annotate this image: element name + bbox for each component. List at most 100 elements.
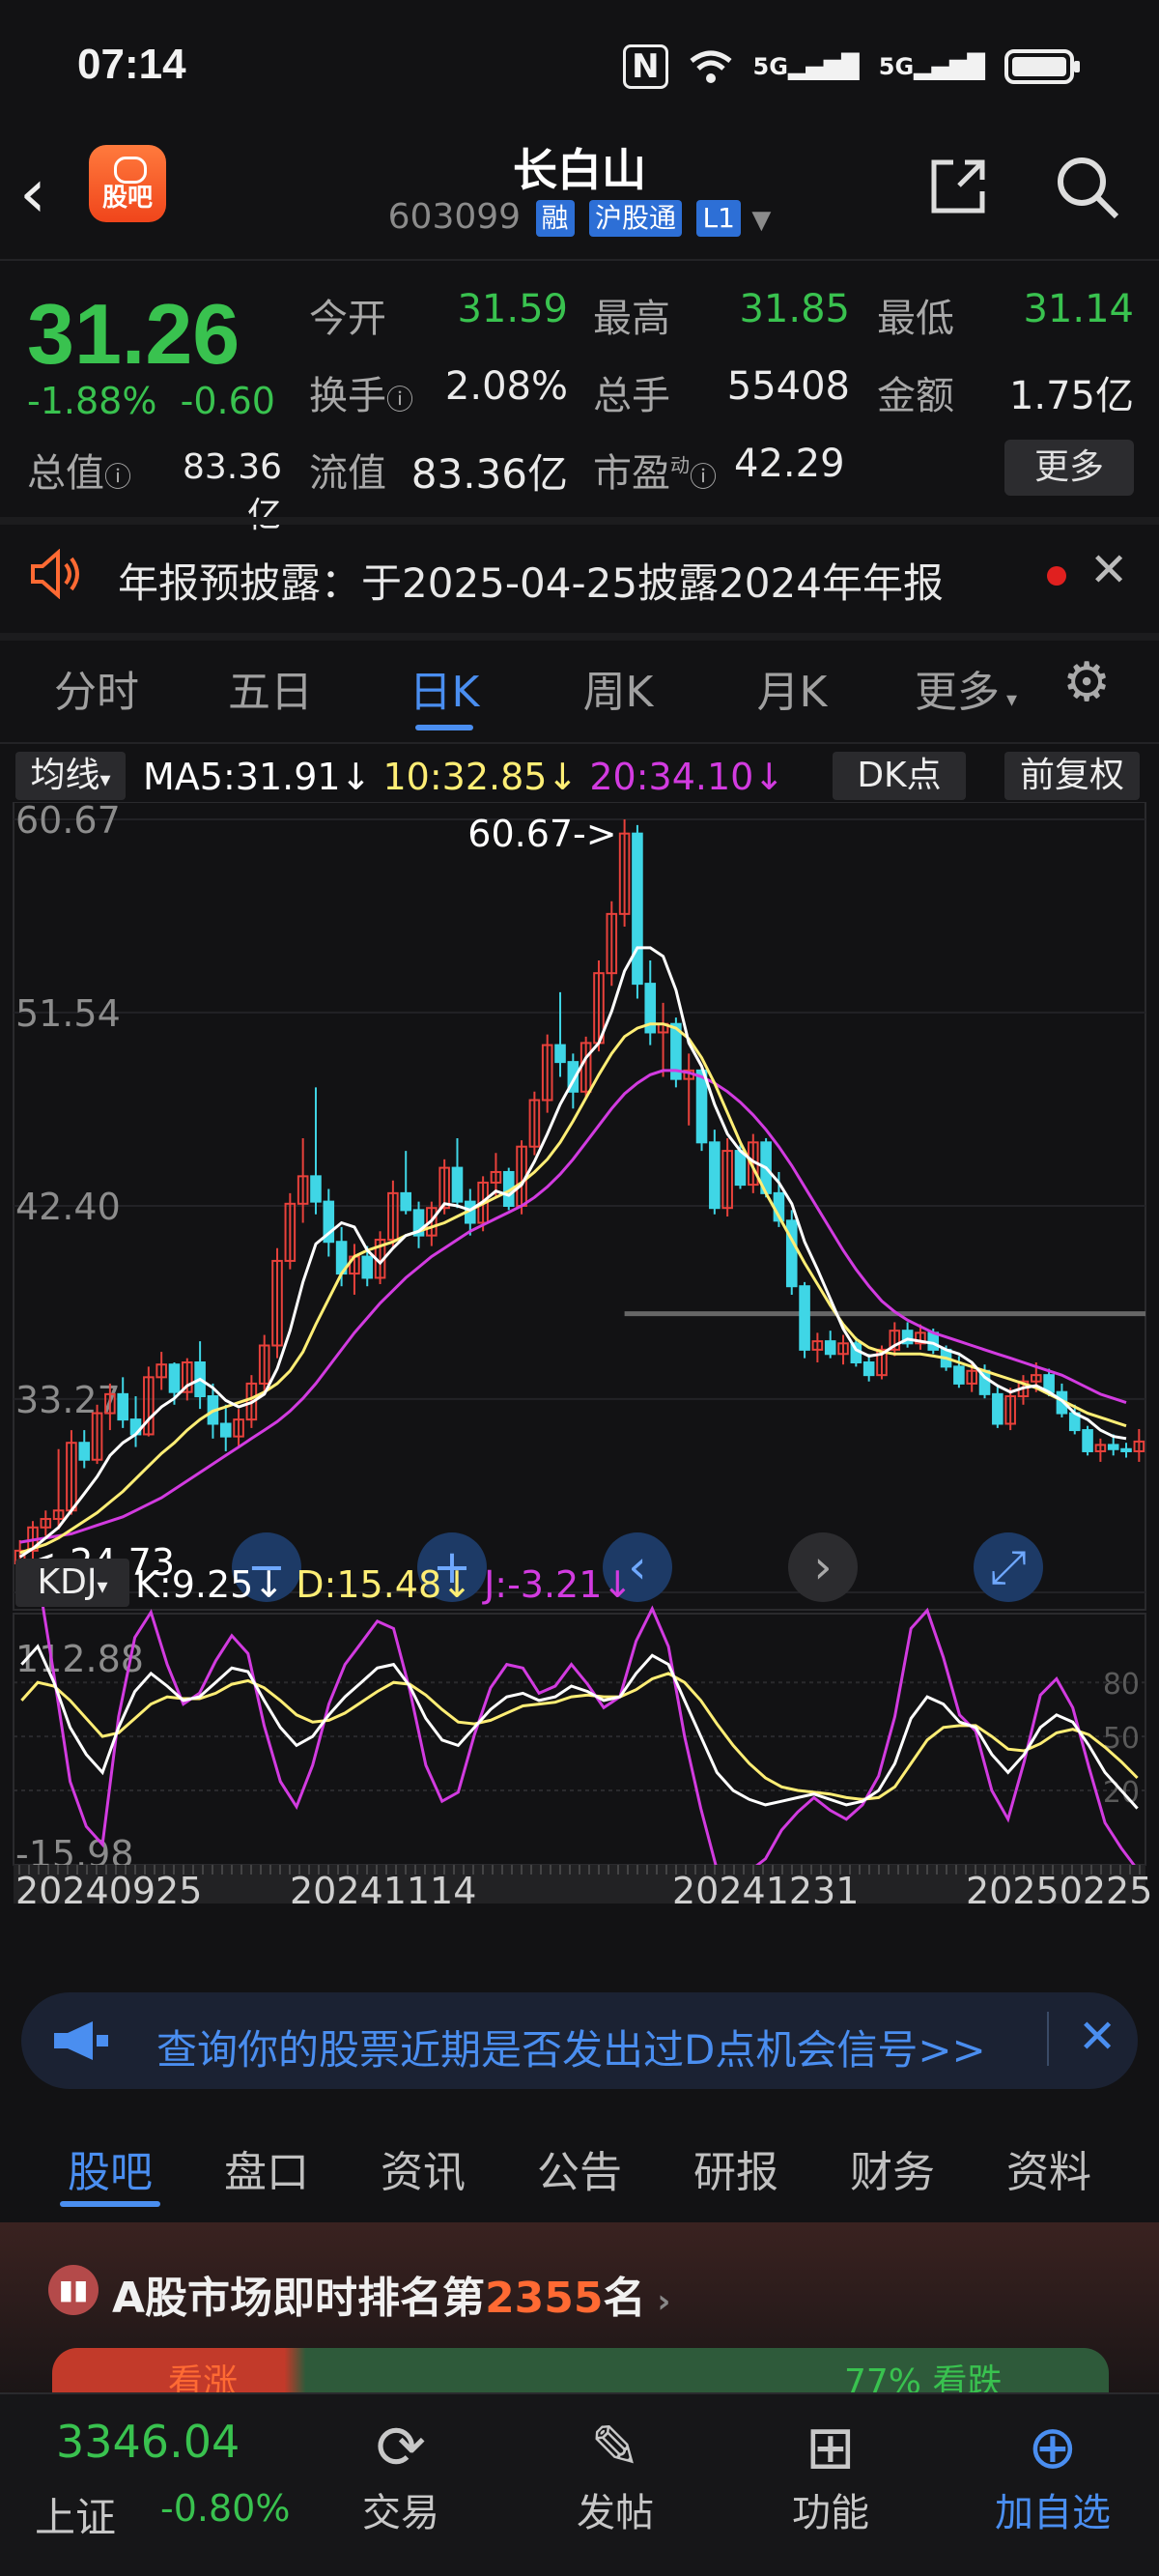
- price-axis-label: 60.67: [15, 802, 121, 842]
- divider: [0, 259, 1159, 261]
- high-value: 31.85: [739, 287, 850, 331]
- open-label: 今开: [309, 297, 386, 341]
- sentiment-bar: 看涨 77% 看跌: [52, 2348, 1109, 2402]
- ma-toggle-button[interactable]: 均线▾: [15, 752, 126, 800]
- candle-body: [632, 832, 643, 986]
- dpoint-banner[interactable]: 查询你的股票近期是否发出过D点机会信号>> ✕: [21, 1992, 1138, 2089]
- plus-circle-icon: ⊕: [1028, 2412, 1078, 2482]
- nav-trade[interactable]: ⟳ 交易: [338, 2414, 464, 2537]
- unread-dot: [1047, 566, 1066, 586]
- candle-body: [1120, 1447, 1132, 1452]
- l1-tag[interactable]: L1: [696, 200, 741, 237]
- bottom-nav: 3346.04 上证 -0.80% ⟳ 交易 ✎ 发帖 ⊞ 功能 ⊕ 加自选: [0, 2392, 1159, 2576]
- candle-body: [695, 1069, 708, 1144]
- stock-header: ‹ 股吧 长白山 603099 融 沪股通 L1 ▼: [0, 135, 1159, 261]
- candle-body: [709, 1141, 721, 1210]
- battery-icon: [1004, 49, 1080, 84]
- hk-connect-tag: 沪股通: [589, 200, 683, 237]
- kdj-d-value: D:15.48: [296, 1563, 442, 1606]
- period-tab-3[interactable]: 周K: [541, 657, 695, 719]
- search-button[interactable]: [1049, 153, 1126, 230]
- content-tab-0[interactable]: 股吧: [50, 2137, 170, 2199]
- active-tab-indicator: [415, 725, 473, 730]
- candle-body: [451, 1166, 464, 1203]
- candle-body: [785, 1219, 798, 1288]
- content-tab-5[interactable]: 财务: [833, 2137, 952, 2199]
- notice-bar[interactable]: 年报预披露：于2025-04-25披露2024年年报 ✕: [0, 522, 1159, 628]
- candle-body: [1107, 1444, 1119, 1450]
- content-tab-3[interactable]: 公告: [520, 2137, 639, 2199]
- kdj-legend: K:9.25↓ D:15.48↓ J:-3.21↓: [135, 1563, 634, 1606]
- kdj-k-line: [20, 1644, 1139, 1810]
- period-tab-1[interactable]: 五日: [193, 657, 348, 719]
- candle-body: [992, 1392, 1004, 1425]
- float-label: 流值: [309, 451, 386, 496]
- nav-post[interactable]: ✎ 发帖: [552, 2414, 678, 2537]
- index-name[interactable]: 上证: [35, 2485, 116, 2544]
- period-tab-2[interactable]: 日K: [367, 657, 522, 719]
- dk-point-button[interactable]: DK点: [833, 752, 966, 800]
- adjust-button[interactable]: 前复权: [1004, 752, 1140, 800]
- edit-icon: ✎: [590, 2412, 640, 2482]
- candle-body: [824, 1340, 836, 1356]
- close-notice-icon[interactable]: ✕: [1089, 543, 1128, 597]
- more-button[interactable]: 更多: [1004, 440, 1134, 496]
- candle-body: [361, 1255, 374, 1279]
- x-axis-label: 20241231: [672, 1870, 859, 1903]
- ma20-line: [19, 1069, 1127, 1544]
- low-label: 最低: [877, 297, 954, 341]
- candle-body: [953, 1365, 965, 1385]
- pe-label: 市盈动ⓘ: [593, 451, 718, 496]
- kdj-j-line: [20, 1571, 1139, 1882]
- status-bar: 07:14 N 5G▂▄▆█ 5G▂▄▆█: [0, 0, 1159, 145]
- content-tab-6[interactable]: 资料: [989, 2137, 1109, 2199]
- candle-body: [168, 1363, 181, 1393]
- volume-label: 总手: [593, 374, 670, 418]
- dpoint-banner-text: 查询你的股票近期是否发出过D点机会信号>>: [156, 2026, 986, 2074]
- share-button[interactable]: [919, 153, 997, 230]
- active-tab-indicator: [60, 2201, 160, 2207]
- rank-number: 2355: [485, 2274, 604, 2323]
- stock-code: 603099: [387, 197, 522, 237]
- price-axis-label: 51.54: [15, 992, 121, 1035]
- candle-body: [78, 1442, 91, 1461]
- grid-icon: ⊞: [806, 2412, 856, 2482]
- period-tab-5[interactable]: 更多 ▾: [889, 657, 1043, 719]
- kdj-toggle-button[interactable]: KDJ▾: [15, 1559, 129, 1607]
- period-tab-0[interactable]: 分时: [19, 657, 174, 719]
- settings-gear-icon[interactable]: ⚙: [1062, 651, 1111, 714]
- caret-down-icon[interactable]: ▼: [751, 206, 771, 235]
- wifi-icon: [689, 50, 732, 83]
- x-axis-label: 20241114: [290, 1870, 476, 1903]
- ma-legend: MA5:31.91↓ 10:32.85↓ 20:34.10↓: [143, 756, 785, 798]
- nav-add-watchlist[interactable]: ⊕ 加自选: [975, 2414, 1130, 2537]
- rank-text: A股市场即时排名第2355名 ›: [112, 2274, 671, 2323]
- ma10-value: 10:32.85: [382, 756, 548, 798]
- content-tab-4[interactable]: 研报: [676, 2137, 796, 2199]
- x-axis-label: 20250225: [966, 1870, 1152, 1903]
- margin-tag: 融: [535, 200, 575, 237]
- candle-body: [117, 1392, 128, 1421]
- turnover-value: 2.08%: [444, 364, 568, 409]
- ma5-line: [18, 946, 1127, 1559]
- content-tab-2[interactable]: 资讯: [363, 2137, 483, 2199]
- kdj-level-label: 80: [1103, 1668, 1140, 1702]
- nav-functions[interactable]: ⊞ 功能: [768, 2414, 893, 2537]
- content-tab-1[interactable]: 盘口: [207, 2137, 326, 2199]
- period-tab-4[interactable]: 月K: [715, 657, 869, 719]
- candle-body: [1082, 1429, 1093, 1452]
- nfc-icon: N: [623, 44, 668, 89]
- quote-panel: 31.26 -1.88% -0.60 今开 31.59 最高 31.85 最低 …: [0, 266, 1159, 535]
- change-pct: -1.88%: [27, 380, 157, 422]
- notice-text: 年报预披露：于2025-04-25披露2024年年报: [118, 559, 944, 607]
- kline-svg[interactable]: 60.6751.5442.4033.2724.1360.67-><-24.73−…: [0, 802, 1159, 1903]
- index-value[interactable]: 3346.04: [56, 2416, 240, 2468]
- close-banner-icon[interactable]: ✕: [1078, 2010, 1117, 2064]
- content-tabs: 股吧 盘口 资讯 公告 研报 财务 资料: [0, 2106, 1159, 2213]
- price-axis-label: 42.40: [15, 1186, 121, 1228]
- candle-body: [400, 1191, 411, 1212]
- index-change[interactable]: -0.80%: [160, 2487, 290, 2530]
- rank-chart-icon: ▮▮: [48, 2265, 99, 2315]
- ranking-card[interactable]: ▮▮ A股市场即时排名第2355名 › 看涨 77% 看跌: [0, 2222, 1159, 2402]
- fullscreen-icon: ⤢: [990, 1540, 1027, 1594]
